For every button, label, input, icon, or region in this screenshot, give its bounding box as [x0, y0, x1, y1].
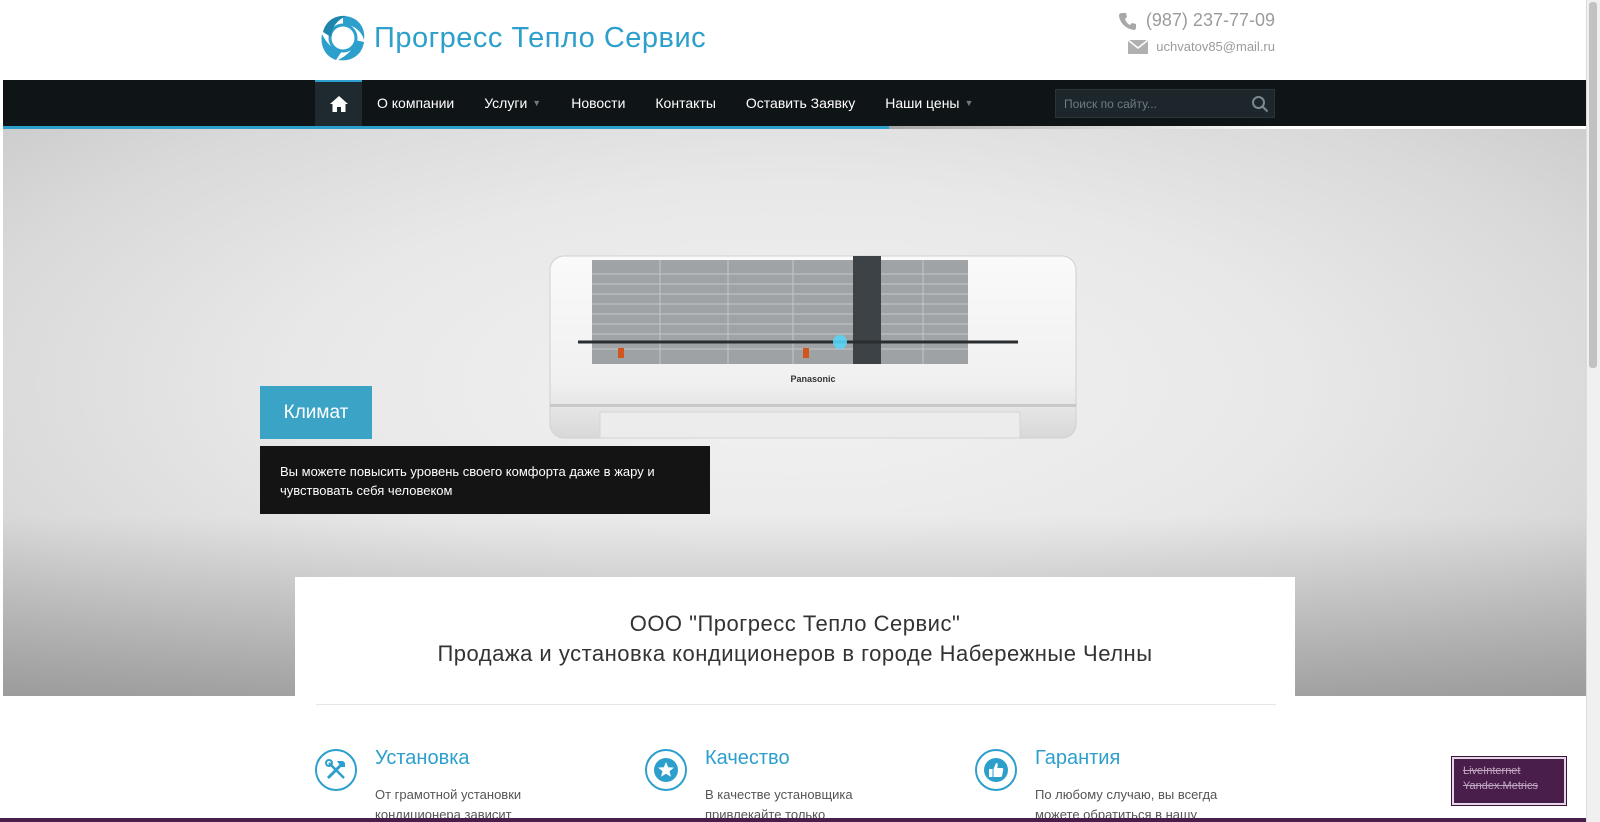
company-tagline: Продажа и установка кондиционеров в горо…: [437, 641, 1153, 666]
slide-caption: Вы можете повысить уровень своего комфор…: [260, 446, 710, 514]
logo-swirl-icon: [321, 15, 365, 61]
nav-menu: О компании Услуги ▼ Новости Контакты Ост…: [362, 80, 988, 126]
nav-item-request[interactable]: Оставить Заявку: [731, 95, 870, 111]
slide-title: Климат: [260, 386, 372, 439]
site-search: [1055, 89, 1275, 118]
metrics-badge[interactable]: LiveInternet Yandex.Metrics: [1452, 757, 1566, 805]
bottom-edge-bar: [0, 818, 1586, 822]
scrollbar-thumb[interactable]: [1589, 2, 1597, 368]
tools-icon: [315, 749, 357, 791]
ac-brand-label: Panasonic: [790, 374, 835, 384]
header-contacts: (987) 237-77-09 uchvatov85@mail.ru: [1118, 10, 1275, 54]
logo-text: Прогресс Тепло Сервис: [374, 21, 707, 54]
chevron-down-icon: ▼: [964, 98, 974, 108]
email-address[interactable]: uchvatov85@mail.ru: [1156, 39, 1275, 54]
feature-title[interactable]: Качество: [705, 747, 790, 770]
nav-item-label: О компании: [377, 95, 455, 111]
badge-yandex-metrics: Yandex.Metrics: [1463, 780, 1538, 792]
feature-text: По любому случаю, вы всегда можете обрат…: [1035, 787, 1218, 822]
feature-text: В качестве установщика привлекайте тольк…: [705, 787, 853, 822]
phone-number[interactable]: (987) 237-77-09: [1146, 10, 1275, 31]
air-conditioner-image: Panasonic: [549, 255, 1077, 439]
search-input[interactable]: [1056, 96, 1246, 111]
email-row: uchvatov85@mail.ru: [1118, 39, 1275, 54]
badge-liveinternet: LiveInternet: [1463, 765, 1521, 777]
nav-home-button[interactable]: [315, 80, 362, 126]
phone-row: (987) 237-77-09: [1118, 10, 1275, 31]
feature-title[interactable]: Гарантия: [1035, 747, 1120, 770]
phone-icon: [1118, 12, 1136, 30]
company-name: ООО "Прогресс Тепло Сервис": [629, 611, 961, 636]
chevron-down-icon: ▼: [532, 98, 542, 108]
logo[interactable]: Прогресс Тепло Сервис: [318, 12, 706, 64]
feature-text: От грамотной установки кондиционера зави…: [375, 787, 522, 822]
search-button[interactable]: [1246, 90, 1274, 118]
nav-item-about[interactable]: О компании: [362, 95, 469, 111]
company-intro: ООО "Прогресс Тепло Сервис" Продажа и ус…: [295, 577, 1295, 696]
search-icon: [1252, 95, 1269, 112]
star-icon: [645, 749, 687, 791]
nav-item-label: Контакты: [655, 95, 716, 111]
nav-item-prices[interactable]: Наши цены ▼: [870, 95, 988, 111]
thumbs-up-icon: [975, 749, 1017, 791]
nav-item-label: Оставить Заявку: [745, 95, 856, 111]
nav-item-services[interactable]: Услуги ▼: [469, 95, 556, 111]
nav-item-news[interactable]: Новости: [556, 95, 640, 111]
envelope-icon: [1128, 39, 1149, 54]
home-icon: [329, 96, 348, 112]
section-divider: [316, 704, 1276, 705]
nav-item-label: Услуги: [484, 95, 528, 111]
nav-item-contacts[interactable]: Контакты: [640, 95, 730, 111]
page: Прогресс Тепло Сервис (987) 237-77-09 uc…: [0, 0, 1600, 822]
nav-item-label: Наши цены: [885, 95, 960, 111]
nav-item-label: Новости: [571, 95, 626, 111]
feature-title[interactable]: Установка: [375, 747, 470, 770]
